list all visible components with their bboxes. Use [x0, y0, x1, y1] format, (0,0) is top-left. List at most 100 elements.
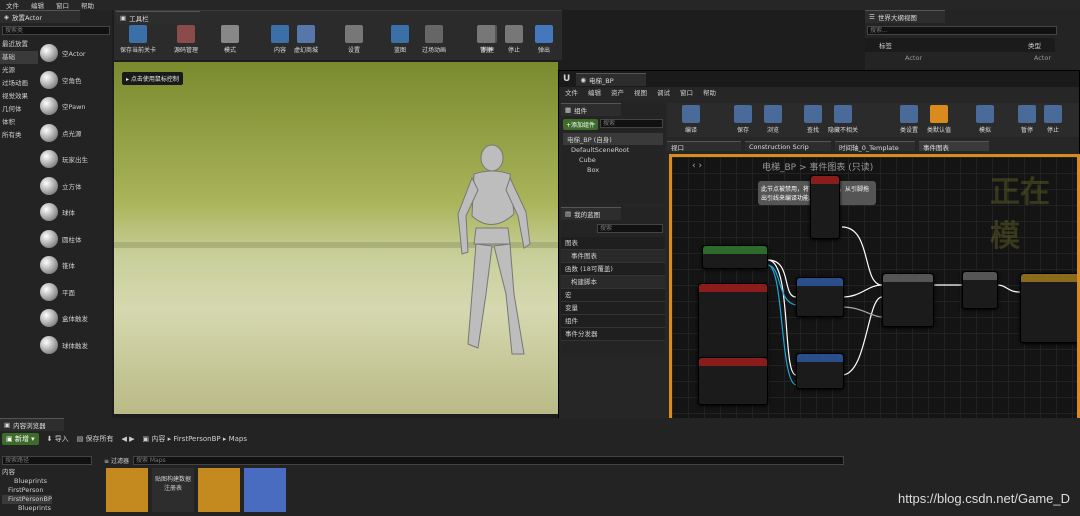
place-item[interactable]: 球体	[40, 199, 112, 225]
toolbar-button[interactable]: 虚幻商城	[286, 25, 326, 59]
add-new-button[interactable]: ▣ 新增 ▾	[2, 433, 39, 445]
component-self[interactable]: 电梯_BP (自身)	[563, 133, 663, 145]
filters-button[interactable]: ≡ 过滤器	[104, 456, 129, 465]
components-search-input[interactable]: 搜索	[600, 119, 663, 128]
add-component-button[interactable]: +添加组件	[563, 119, 599, 130]
mybp-section[interactable]: 宏	[561, 289, 665, 302]
place-item[interactable]: 立方体	[40, 173, 112, 199]
folder-content[interactable]: 内容	[2, 468, 52, 477]
blueprint-node[interactable]	[698, 357, 768, 405]
folder-firstperson[interactable]: FirstPerson	[2, 486, 52, 495]
blueprint-node[interactable]	[882, 273, 934, 327]
asset-tile[interactable]	[198, 468, 240, 512]
toolbar-button[interactable]: 源码管理	[166, 25, 206, 59]
bp-menu-window[interactable]: 窗口	[680, 87, 693, 97]
bp-tool-button[interactable]: 停止	[1033, 105, 1073, 139]
toolbar-button[interactable]: 保存当前关卡	[118, 25, 158, 59]
bp-menu-debug[interactable]: 调试	[657, 87, 670, 97]
cat-basic[interactable]: 基础	[0, 51, 38, 64]
col-type[interactable]: 类型	[1028, 40, 1041, 50]
bp-doc-tab[interactable]: ◉ 电梯_BP	[576, 72, 647, 86]
content-browser-tab[interactable]: ▣ 内容浏览器	[0, 418, 64, 431]
tree-scene-root[interactable]: DefaultSceneRoot	[571, 145, 665, 155]
blueprint-node[interactable]	[698, 283, 768, 361]
blueprint-node[interactable]	[1020, 273, 1077, 343]
import-button[interactable]: ⬇ 导入	[47, 434, 69, 444]
tab-construction[interactable]: Construction Scrip	[745, 141, 831, 151]
menu-help[interactable]: 帮助	[81, 0, 94, 10]
place-item[interactable]: 圆柱体	[40, 226, 112, 252]
place-item[interactable]: 玩家出生	[40, 146, 112, 172]
cat-lights[interactable]: 光源	[0, 64, 38, 77]
menu-file[interactable]: 文件	[6, 0, 19, 10]
blueprint-node[interactable]	[796, 277, 844, 317]
my-blueprint-tab[interactable]: ▤ 我的蓝图	[561, 207, 621, 220]
blueprint-node[interactable]	[962, 271, 998, 309]
crumb-content[interactable]: 内容	[151, 435, 165, 443]
place-item[interactable]: 空Pawn	[40, 93, 112, 119]
bp-tool-button[interactable]: 隐藏不相关	[823, 105, 863, 139]
bp-tool-button[interactable]: 模拟	[965, 105, 1005, 139]
toolbar-button[interactable]: 过场动画	[414, 25, 454, 59]
tab-viewport[interactable]: 视口	[667, 141, 741, 152]
save-all-button[interactable]: ▤ 保存所有	[77, 434, 114, 444]
components-tab[interactable]: ▦ 组件	[561, 103, 621, 116]
mybp-section[interactable]: 图表	[561, 237, 665, 250]
place-item[interactable]: 盒体触发	[40, 305, 112, 331]
folder-blueprints[interactable]: Blueprints	[2, 477, 52, 486]
tree-box[interactable]: Box	[571, 165, 665, 175]
place-search-input[interactable]: 搜索类	[2, 26, 110, 35]
bp-tool-button[interactable]: 浏览	[753, 105, 793, 139]
toolbar-tab[interactable]: ▣ 工具栏	[116, 11, 200, 24]
folder-bp-blueprints[interactable]: Blueprints	[2, 504, 52, 513]
place-item[interactable]: 空Actor	[40, 40, 112, 66]
tab-timeline[interactable]: 时间轴_0_Template	[835, 141, 915, 152]
toolbar-button[interactable]: 模式	[210, 25, 250, 59]
blueprint-node[interactable]	[702, 245, 768, 269]
place-actors-tab[interactable]: ◈ 放置Actor	[0, 10, 80, 23]
toolbar-button[interactable]: 设置	[334, 25, 374, 59]
place-item[interactable]: 点光源	[40, 120, 112, 146]
mybp-section[interactable]: 组件	[561, 315, 665, 328]
bp-tool-button[interactable]: 类默认值	[919, 105, 959, 139]
folder-firstpersonbp[interactable]: FirstPersonBP	[2, 495, 52, 504]
bp-menu-view[interactable]: 视图	[634, 87, 647, 97]
mybp-section[interactable]: 构建脚本	[561, 276, 665, 289]
asset-tile-selected[interactable]	[244, 468, 286, 512]
place-item[interactable]: 空角色	[40, 67, 112, 93]
cat-all[interactable]: 所有类	[0, 129, 38, 142]
blueprint-node[interactable]	[810, 175, 840, 239]
tree-cube[interactable]: Cube	[571, 155, 665, 165]
mybp-section[interactable]: 事件图表	[561, 250, 665, 263]
cat-volumes[interactable]: 体积	[0, 116, 38, 129]
blueprint-node[interactable]	[796, 353, 844, 389]
asset-tile[interactable]: 贴图构建数据注册表	[152, 468, 194, 512]
crumb-firstpersonbp[interactable]: FirstPersonBP	[173, 435, 220, 443]
bp-menu-file[interactable]: 文件	[565, 87, 578, 97]
menu-window[interactable]: 窗口	[56, 0, 69, 10]
bp-menu-help[interactable]: 帮助	[703, 87, 716, 97]
asset-tile[interactable]	[106, 468, 148, 512]
place-item[interactable]: 平面	[40, 279, 112, 305]
world-outliner-tab[interactable]: ☰ 世界大纲视图	[865, 10, 945, 23]
event-graph-canvas[interactable]: ‹ › 电梯_BP > 事件图表 (只读) 正在模 此节点被禁用，将不会被调用。…	[669, 154, 1080, 441]
tab-event-graph[interactable]: 事件图表	[919, 141, 989, 152]
place-item[interactable]: 球体触发	[40, 332, 112, 358]
cat-cinematic[interactable]: 过场动画	[0, 77, 38, 90]
bp-tool-button[interactable]: 编译	[671, 105, 711, 139]
mybp-section[interactable]: 函数 (18可覆盖)	[561, 263, 665, 276]
crumb-maps[interactable]: Maps	[229, 435, 247, 443]
bp-menu-edit[interactable]: 编辑	[588, 87, 601, 97]
mybp-section[interactable]: 变量	[561, 302, 665, 315]
folder-search-input[interactable]: 搜索路径	[2, 456, 92, 465]
place-item[interactable]: 锥体	[40, 252, 112, 278]
toolbar-button[interactable]: 弹出	[524, 25, 564, 59]
col-label[interactable]: 标签	[879, 40, 892, 50]
level-viewport[interactable]: ▸ 点击使用鼠标控制	[114, 62, 558, 414]
cat-visual[interactable]: 视觉效果	[0, 90, 38, 103]
mybp-search-input[interactable]: 搜索	[597, 224, 663, 233]
cat-geometry[interactable]: 几何体	[0, 103, 38, 116]
outliner-row[interactable]: Actor Actor	[865, 52, 1065, 64]
mybp-section[interactable]: 事件分发器	[561, 328, 665, 341]
history-nav[interactable]: ◀ ▶	[122, 435, 135, 443]
